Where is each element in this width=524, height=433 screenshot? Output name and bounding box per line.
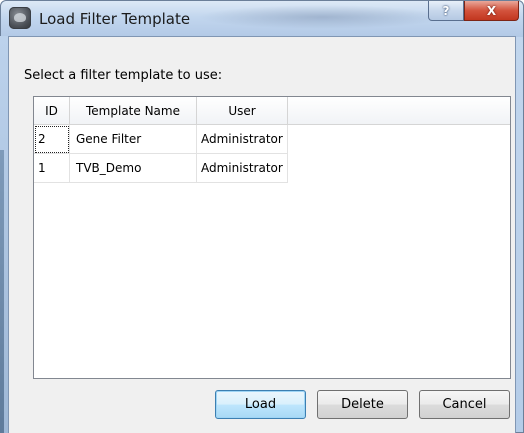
window-frame-left-shadow [0, 150, 4, 433]
window-title: Load Filter Template [39, 10, 191, 28]
table-row-2-name[interactable]: TVB_Demo [70, 154, 197, 183]
instruction-label: Select a filter template to use: [24, 68, 223, 83]
table-row-1-user[interactable]: Administrator [197, 125, 288, 154]
title-bar[interactable]: Load Filter Template ? X [1, 1, 523, 37]
table-row-1-id[interactable]: 2 [34, 125, 70, 154]
column-header-filler [288, 97, 510, 125]
app-logo-icon [9, 7, 31, 29]
delete-button[interactable]: Delete [317, 390, 408, 419]
column-header-id[interactable]: ID [34, 97, 70, 125]
column-header-template-name[interactable]: Template Name [70, 97, 197, 125]
close-button[interactable]: X [464, 1, 519, 21]
table-row-2-user[interactable]: Administrator [197, 154, 288, 183]
load-button[interactable]: Load [215, 390, 306, 419]
cancel-button[interactable]: Cancel [419, 390, 510, 419]
table-row-1-name[interactable]: Gene Filter [70, 125, 197, 154]
table-row-2-id[interactable]: 1 [34, 154, 70, 183]
title-bar-glow [197, 5, 447, 29]
template-table[interactable]: ID Template Name User 2 Gene Filter Admi… [33, 96, 511, 379]
help-button[interactable]: ? [428, 1, 464, 21]
column-header-user[interactable]: User [197, 97, 288, 125]
